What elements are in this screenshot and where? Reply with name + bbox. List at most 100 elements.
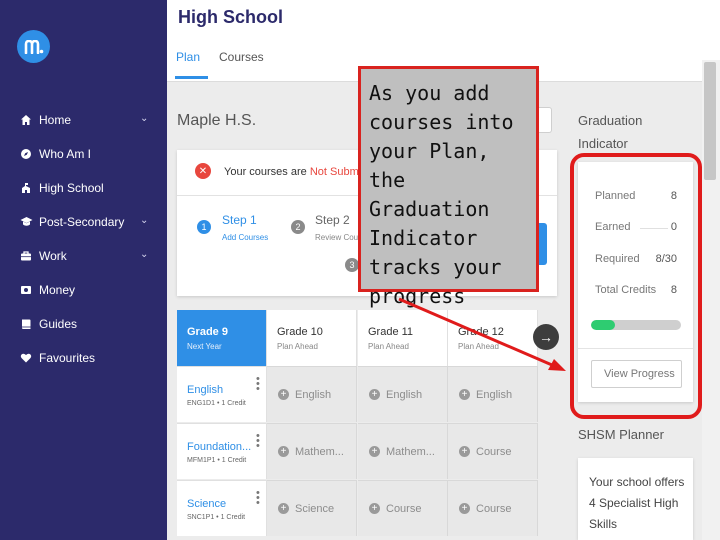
course-name: Foundation...: [187, 441, 252, 453]
add-course-cell[interactable]: + English: [267, 366, 357, 422]
add-course-cell[interactable]: + Course: [358, 480, 448, 536]
shsm-card[interactable]: Your school offers 4 Specialist High Ski…: [578, 458, 693, 540]
plus-icon: +: [369, 503, 380, 514]
sidebar-item-label: Guides: [39, 317, 78, 331]
grade-subtitle: Plan Ahead: [458, 342, 499, 351]
grade-9-header[interactable]: Grade 9 Next Year: [177, 310, 267, 366]
sidebar-item-label: Work: [39, 249, 67, 263]
plus-icon: +: [278, 389, 289, 400]
sidebar-item-post-secondary[interactable]: Post-Secondary ⌄: [0, 210, 167, 234]
step-number-2: 2: [291, 220, 305, 234]
sidebar-item-money[interactable]: Money: [0, 278, 167, 302]
more-options-icon[interactable]: • • •: [256, 374, 260, 395]
step-sub-1[interactable]: Add Courses: [222, 233, 268, 242]
add-course-label: Mathem...: [386, 446, 435, 458]
course-name: Science: [187, 498, 227, 510]
chevron-down-icon[interactable]: ⌄: [140, 249, 148, 260]
app-logo[interactable]: [17, 30, 50, 63]
tab-courses[interactable]: Courses: [219, 50, 264, 64]
sidebar-item-label: High School: [39, 181, 104, 195]
add-course-cell[interactable]: + Mathem...: [358, 423, 448, 479]
sidebar-item-label: Who Am I: [39, 147, 92, 161]
grade-title: Grade 12: [458, 326, 504, 338]
add-course-label: Course: [386, 503, 422, 515]
status-message: Your courses are Not Subm: [224, 166, 359, 178]
grade-title: Grade 11: [368, 326, 414, 338]
add-course-label: English: [295, 389, 332, 401]
school-name: Maple H.S.: [177, 112, 257, 129]
page-title: High School: [178, 7, 283, 27]
plus-icon: +: [459, 503, 470, 514]
add-course-cell[interactable]: + Course: [448, 423, 538, 479]
graduation-indicator-title: Graduation Indicator: [578, 113, 643, 151]
course-code: SNC1P1 • 1 Credit: [187, 514, 246, 521]
plus-icon: +: [278, 503, 289, 514]
course-card-foundations[interactable]: Foundation... MFM1P1 • 1 Credit • • •: [177, 423, 267, 479]
shsm-planner-title: SHSM Planner: [578, 427, 664, 442]
grade-11-header[interactable]: Grade 11 Plan Ahead: [358, 310, 448, 366]
add-course-label: Course: [476, 503, 512, 515]
active-tab-indicator: [175, 76, 208, 79]
graduation-cap-icon: [19, 215, 33, 229]
plus-icon: +: [369, 389, 380, 400]
briefcase-icon: [19, 249, 33, 263]
heart-icon: [19, 351, 33, 365]
sidebar-item-home[interactable]: Home ⌄: [0, 108, 167, 132]
more-options-icon[interactable]: • • •: [256, 431, 260, 452]
home-icon: [19, 113, 33, 127]
sidebar-item-label: Post-Secondary: [39, 215, 125, 229]
add-course-cell[interactable]: + Mathem...: [267, 423, 357, 479]
plus-icon: +: [459, 446, 470, 457]
plus-icon: +: [459, 389, 470, 400]
annotation-callout: As you add courses into your Plan, the G…: [358, 66, 539, 308]
add-course-label: Course: [476, 446, 512, 458]
add-course-label: Mathem...: [295, 446, 344, 458]
course-code: MFM1P1 • 1 Credit: [187, 457, 247, 464]
course-card-english[interactable]: English ENG1D1 • 1 Credit • • •: [177, 366, 267, 422]
sidebar-item-guides[interactable]: Guides: [0, 312, 167, 336]
next-arrow-button[interactable]: →: [533, 324, 559, 350]
sidebar-item-label: Home: [39, 113, 72, 127]
sidebar-item-who-am-i[interactable]: Who Am I: [0, 142, 167, 166]
add-course-cell[interactable]: + English: [448, 366, 538, 422]
sidebar-item-work[interactable]: Work ⌄: [0, 244, 167, 268]
scrollbar-thumb[interactable]: [704, 62, 716, 180]
add-course-label: English: [386, 389, 423, 401]
grade-subtitle: Plan Ahead: [277, 342, 318, 351]
step-number-1: 1: [197, 220, 211, 234]
shsm-description: Your school offers 4 Specialist High Ski…: [589, 475, 685, 531]
plus-icon: +: [278, 446, 289, 457]
book-icon: [19, 317, 33, 331]
sidebar-item-label: Favourites: [39, 351, 96, 365]
sidebar-item-label: Money: [39, 283, 76, 297]
alert-icon: ✕: [195, 163, 211, 179]
more-options-icon[interactable]: • • •: [256, 488, 260, 509]
grade-subtitle: Next Year: [187, 342, 222, 351]
add-course-cell[interactable]: + English: [358, 366, 448, 422]
add-course-cell[interactable]: + Course: [448, 480, 538, 536]
page-scrollbar[interactable]: [702, 60, 720, 540]
status-highlight: Not Subm: [309, 166, 359, 178]
step-number-3: 3: [345, 258, 359, 272]
plus-icon: +: [369, 446, 380, 457]
step-title-2[interactable]: Step 2: [315, 213, 350, 227]
compass-icon: [19, 147, 33, 161]
step-title-1[interactable]: Step 1: [222, 213, 257, 227]
grade-subtitle: Plan Ahead: [368, 342, 409, 351]
chevron-down-icon[interactable]: ⌄: [140, 215, 148, 226]
money-icon: [19, 283, 33, 297]
grade-title: Grade 10: [277, 326, 323, 338]
annotation-highlight-ring: [570, 153, 702, 419]
grade-10-header[interactable]: Grade 10 Plan Ahead: [267, 310, 357, 366]
grade-title: Grade 9: [187, 326, 228, 338]
add-course-cell[interactable]: + Science: [267, 480, 357, 536]
step-sub-2[interactable]: Review Cour: [315, 233, 361, 242]
tab-plan[interactable]: Plan: [176, 50, 200, 64]
add-course-label: Science: [295, 503, 335, 515]
grade-12-header[interactable]: Grade 12 Plan Ahead: [448, 310, 538, 366]
sidebar-item-high-school[interactable]: High School: [0, 176, 167, 200]
chevron-down-icon[interactable]: ⌄: [140, 113, 148, 124]
status-prefix: Your courses are: [224, 166, 307, 178]
course-card-science[interactable]: Science SNC1P1 • 1 Credit • • •: [177, 480, 267, 536]
sidebar-item-favourites[interactable]: Favourites: [0, 346, 167, 370]
